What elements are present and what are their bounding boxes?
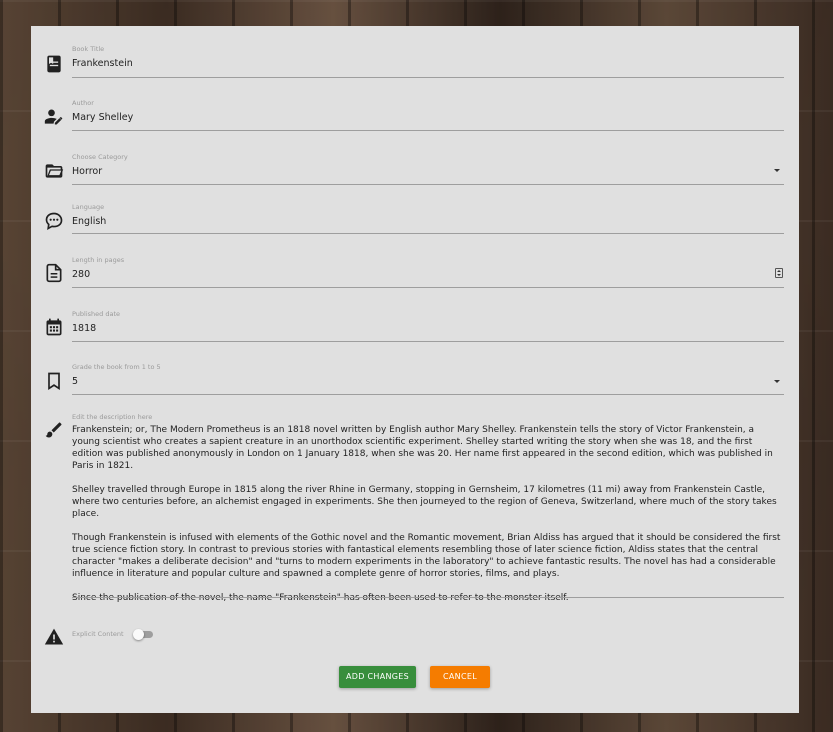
category-value[interactable]: Horror [72,164,784,180]
length-input[interactable]: 280 [72,267,784,283]
description-field[interactable]: Edit the description here Frankenstein; … [72,412,784,616]
chevron-down-icon[interactable] [774,380,780,383]
published-input[interactable]: 1818 [72,321,784,337]
published-field[interactable]: Published date 1818 [72,309,784,342]
description-textarea[interactable]: Frankenstein; or, The Modern Prometheus … [72,424,784,604]
toggle-knob[interactable] [133,629,144,640]
language-label: Language [72,203,105,211]
explicit-content-label: Explicit Content [72,630,124,638]
description-label: Edit the description here [72,413,153,421]
description-paragraph: Since the publication of the novel, the … [72,593,569,603]
book-icon [44,54,64,74]
length-underline [72,287,784,288]
category-label: Choose Category [72,153,128,161]
category-select[interactable]: Choose Category Horror [72,152,784,185]
description-paragraph: Shelley travelled through Europe in 1815… [72,485,777,519]
language-input[interactable]: English [72,214,784,230]
brush-icon [44,420,64,440]
calendar-icon [44,317,64,337]
description-underline [72,597,784,598]
number-stepper-icon[interactable] [775,268,783,278]
language-underline [72,233,784,234]
author-underline [72,130,784,131]
account-edit-icon [44,107,64,127]
description-paragraph: Frankenstein; or, The Modern Prometheus … [72,425,773,471]
category-underline [72,184,784,185]
warning-icon [44,627,64,647]
published-underline [72,341,784,342]
document-icon [44,263,64,283]
author-label: Author [72,99,94,107]
description-paragraph: Though Frankenstein is infused with elem… [72,533,781,579]
book-title-field[interactable]: Book Title Frankenstein [72,44,784,78]
book-title-label: Book Title [72,45,105,53]
book-title-input[interactable]: Frankenstein [72,56,784,72]
book-title-underline [72,77,784,78]
grade-select[interactable]: Grade the book from 1 to 5 5 [72,362,784,395]
chevron-down-icon[interactable] [774,169,780,172]
chat-bubble-icon [44,211,64,231]
grade-label: Grade the book from 1 to 5 [72,363,161,371]
bookmark-icon [44,371,64,391]
author-field[interactable]: Author Mary Shelley [72,98,784,131]
length-field[interactable]: Length in pages 280 [72,255,784,288]
published-label: Published date [72,310,121,318]
grade-underline [72,394,784,395]
add-changes-button[interactable]: ADD CHANGES [339,666,416,688]
explicit-content-toggle[interactable] [133,629,153,640]
author-input[interactable]: Mary Shelley [72,110,784,126]
folder-open-icon [44,161,64,181]
language-field[interactable]: Language English [72,202,784,234]
grade-value[interactable]: 5 [72,374,784,390]
edit-book-form: Book Title Frankenstein Author Mary Shel… [31,26,799,713]
cancel-button[interactable]: CANCEL [430,666,490,688]
length-label: Length in pages [72,256,125,264]
